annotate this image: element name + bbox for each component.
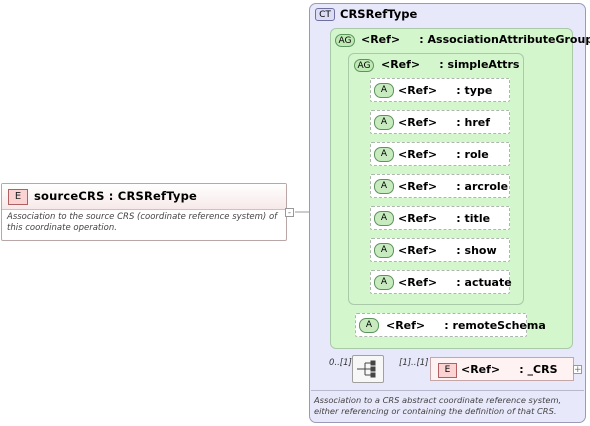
sequence-compositor[interactable] xyxy=(352,355,384,383)
complex-type-documentation: Association to a CRS abstract coordinate… xyxy=(314,395,562,416)
attribute-badge: A xyxy=(374,275,394,290)
attribute-badge: A xyxy=(359,318,379,333)
attribute-role[interactable]: A <Ref> : role xyxy=(370,142,510,166)
attribute-badge: A xyxy=(374,179,394,194)
attribute-label: <Ref> : arcrole xyxy=(398,180,509,193)
collapse-toggle[interactable]: - xyxy=(285,208,294,218)
attribute-badge: A xyxy=(374,83,394,98)
cardinality-right: [1]..[1] xyxy=(399,358,429,368)
attribute-title[interactable]: A <Ref> : title xyxy=(370,206,510,230)
attribute-type[interactable]: A <Ref> : type xyxy=(370,78,510,102)
attribute-href[interactable]: A <Ref> : href xyxy=(370,110,510,134)
documentation-separator xyxy=(311,390,584,391)
attribute-label: <Ref> : remoteSchema xyxy=(386,319,546,332)
attribute-remote-schema[interactable]: A <Ref> : remoteSchema xyxy=(355,313,546,337)
attribute-badge: A xyxy=(374,211,394,226)
cardinality-left: 0..[1] xyxy=(329,358,352,368)
element-title: sourceCRS : CRSRefType xyxy=(34,189,198,203)
ref-element-badge: E xyxy=(438,363,457,378)
association-group-badge: AG xyxy=(335,34,355,47)
association-group-title: <Ref> : AssociationAttributeGroup xyxy=(361,33,590,46)
attribute-show[interactable]: A <Ref> : show xyxy=(370,238,510,262)
ref-element-label: <Ref> : _CRS xyxy=(461,363,558,376)
attribute-label: <Ref> : actuate xyxy=(398,276,512,289)
element-header: E sourceCRS : CRSRefType xyxy=(2,184,286,210)
attribute-label: <Ref> : role xyxy=(398,148,489,161)
attribute-label: <Ref> : title xyxy=(398,212,491,225)
sequence-icon xyxy=(357,360,376,378)
attribute-label: <Ref> : href xyxy=(398,116,491,129)
attribute-badge: A xyxy=(374,243,394,258)
simple-attrs-badge: AG xyxy=(354,59,374,72)
attribute-badge: A xyxy=(374,147,394,162)
attribute-label: <Ref> : show xyxy=(398,244,497,257)
simple-attrs-title: <Ref> : simpleAttrs xyxy=(381,58,520,71)
attribute-label: <Ref> : type xyxy=(398,84,493,97)
complex-type-title: CRSRefType xyxy=(340,7,418,21)
expand-toggle[interactable]: + xyxy=(573,365,582,375)
complex-type-badge: CT xyxy=(315,8,335,21)
attribute-arcrole[interactable]: A <Ref> : arcrole xyxy=(370,174,510,198)
attribute-badge: A xyxy=(374,115,394,130)
crs-ref-element[interactable]: E <Ref> : _CRS xyxy=(430,357,574,381)
element-badge: E xyxy=(8,189,28,205)
attribute-actuate[interactable]: A <Ref> : actuate xyxy=(370,270,512,294)
source-crs-element[interactable]: E sourceCRS : CRSRefType Association to … xyxy=(1,183,287,241)
element-documentation: Association to the source CRS (coordinat… xyxy=(7,212,278,233)
